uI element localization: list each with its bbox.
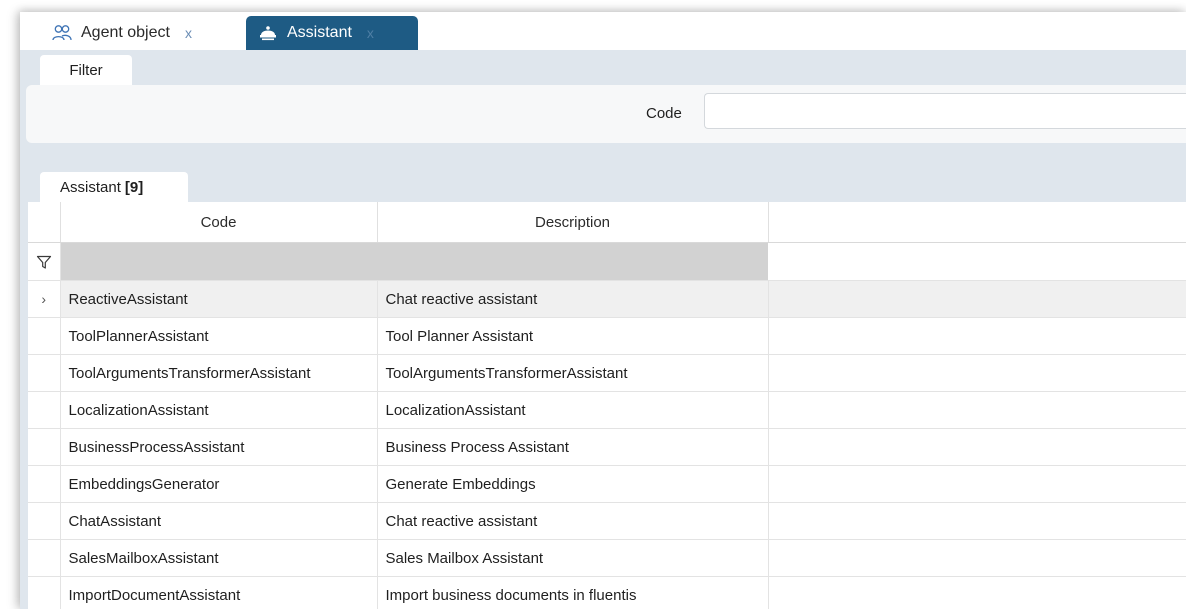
tab-assistant-grid[interactable]: Assistant [9] bbox=[40, 172, 188, 202]
row-indicator bbox=[28, 354, 61, 392]
main-content: Filter Code Assistant [9] Code Descripti… bbox=[20, 50, 1186, 609]
cell-code[interactable]: BusinessProcessAssistant bbox=[60, 428, 378, 466]
row-indicator bbox=[28, 502, 61, 540]
cell-code[interactable]: ChatAssistant bbox=[60, 502, 378, 540]
cell-empty bbox=[768, 465, 1186, 503]
cell-description[interactable]: LocalizationAssistant bbox=[377, 391, 769, 429]
filter-cell-code[interactable] bbox=[60, 242, 377, 281]
filter-icon[interactable] bbox=[28, 242, 61, 281]
code-filter-label: Code bbox=[646, 105, 682, 122]
app-window: Agent object x Assistant x Filter Code A… bbox=[20, 12, 1186, 609]
table-row[interactable]: ChatAssistant Chat reactive assistant bbox=[28, 502, 1186, 540]
document-tab-bar: Agent object x Assistant x bbox=[20, 12, 1186, 50]
row-indicator-header bbox=[28, 202, 61, 243]
users-icon bbox=[52, 24, 72, 42]
cell-empty bbox=[768, 502, 1186, 540]
cell-empty bbox=[768, 354, 1186, 392]
cell-empty bbox=[768, 539, 1186, 577]
table-row[interactable]: ToolArgumentsTransformerAssistant ToolAr… bbox=[28, 354, 1186, 392]
tab-label: Assistant bbox=[287, 24, 352, 41]
row-indicator bbox=[28, 465, 61, 503]
tab-label: Agent object bbox=[81, 24, 170, 41]
filter-cell-empty bbox=[768, 242, 1186, 281]
cell-code[interactable]: LocalizationAssistant bbox=[60, 391, 378, 429]
row-indicator bbox=[28, 428, 61, 466]
cell-code[interactable]: ReactiveAssistant bbox=[60, 280, 378, 318]
row-indicator bbox=[28, 317, 61, 355]
close-tab-button[interactable]: x bbox=[185, 25, 192, 41]
table-row[interactable]: ToolPlannerAssistant Tool Planner Assist… bbox=[28, 317, 1186, 355]
cell-empty bbox=[768, 576, 1186, 609]
row-indicator bbox=[28, 539, 61, 577]
assistant-icon bbox=[258, 24, 278, 42]
tab-assistant[interactable]: Assistant x bbox=[246, 16, 418, 50]
cell-empty bbox=[768, 280, 1186, 318]
cell-empty bbox=[768, 391, 1186, 429]
table-row[interactable]: › ReactiveAssistant Chat reactive assist… bbox=[28, 280, 1186, 318]
cell-code[interactable]: EmbeddingsGenerator bbox=[60, 465, 378, 503]
cell-empty bbox=[768, 317, 1186, 355]
current-row-indicator: › bbox=[28, 280, 61, 318]
table-row[interactable]: LocalizationAssistant LocalizationAssist… bbox=[28, 391, 1186, 429]
cell-description[interactable]: Sales Mailbox Assistant bbox=[377, 539, 769, 577]
cell-code[interactable]: SalesMailboxAssistant bbox=[60, 539, 378, 577]
cell-description[interactable]: Business Process Assistant bbox=[377, 428, 769, 466]
column-header-empty bbox=[768, 202, 1186, 243]
code-filter-input[interactable] bbox=[704, 93, 1186, 129]
data-table: Code Description › ReactiveAssistant Cha… bbox=[28, 202, 1186, 609]
column-header-description[interactable]: Description bbox=[377, 202, 769, 243]
table-row[interactable]: ImportDocumentAssistant Import business … bbox=[28, 576, 1186, 609]
header-row: Code Description bbox=[28, 202, 1186, 243]
assistant-grid: Code Description › ReactiveAssistant Cha… bbox=[28, 202, 1186, 609]
record-count: [9] bbox=[124, 178, 144, 196]
cell-description[interactable]: Chat reactive assistant bbox=[377, 502, 769, 540]
auto-filter-row bbox=[28, 242, 1186, 281]
grid-tab-label: Assistant bbox=[60, 178, 121, 196]
table-row[interactable]: SalesMailboxAssistant Sales Mailbox Assi… bbox=[28, 539, 1186, 577]
tab-agent-object[interactable]: Agent object x bbox=[40, 16, 240, 50]
cell-empty bbox=[768, 428, 1186, 466]
row-indicator bbox=[28, 576, 61, 609]
cell-description[interactable]: ToolArgumentsTransformerAssistant bbox=[377, 354, 769, 392]
tab-filter[interactable]: Filter bbox=[40, 55, 132, 85]
table-row[interactable]: EmbeddingsGenerator Generate Embeddings bbox=[28, 465, 1186, 503]
cell-code[interactable]: ToolPlannerAssistant bbox=[60, 317, 378, 355]
column-header-code[interactable]: Code bbox=[60, 202, 378, 243]
cell-code[interactable]: ToolArgumentsTransformerAssistant bbox=[60, 354, 378, 392]
row-indicator bbox=[28, 391, 61, 429]
cell-code[interactable]: ImportDocumentAssistant bbox=[60, 576, 378, 609]
table-row[interactable]: BusinessProcessAssistant Business Proces… bbox=[28, 428, 1186, 466]
cell-description[interactable]: Import business documents in fluentis bbox=[377, 576, 769, 609]
cell-description[interactable]: Chat reactive assistant bbox=[377, 280, 769, 318]
filter-panel: Code bbox=[26, 85, 1186, 143]
cell-description[interactable]: Generate Embeddings bbox=[377, 465, 769, 503]
close-tab-button[interactable]: x bbox=[367, 25, 374, 41]
cell-description[interactable]: Tool Planner Assistant bbox=[377, 317, 769, 355]
filter-cell-description[interactable] bbox=[377, 242, 768, 281]
